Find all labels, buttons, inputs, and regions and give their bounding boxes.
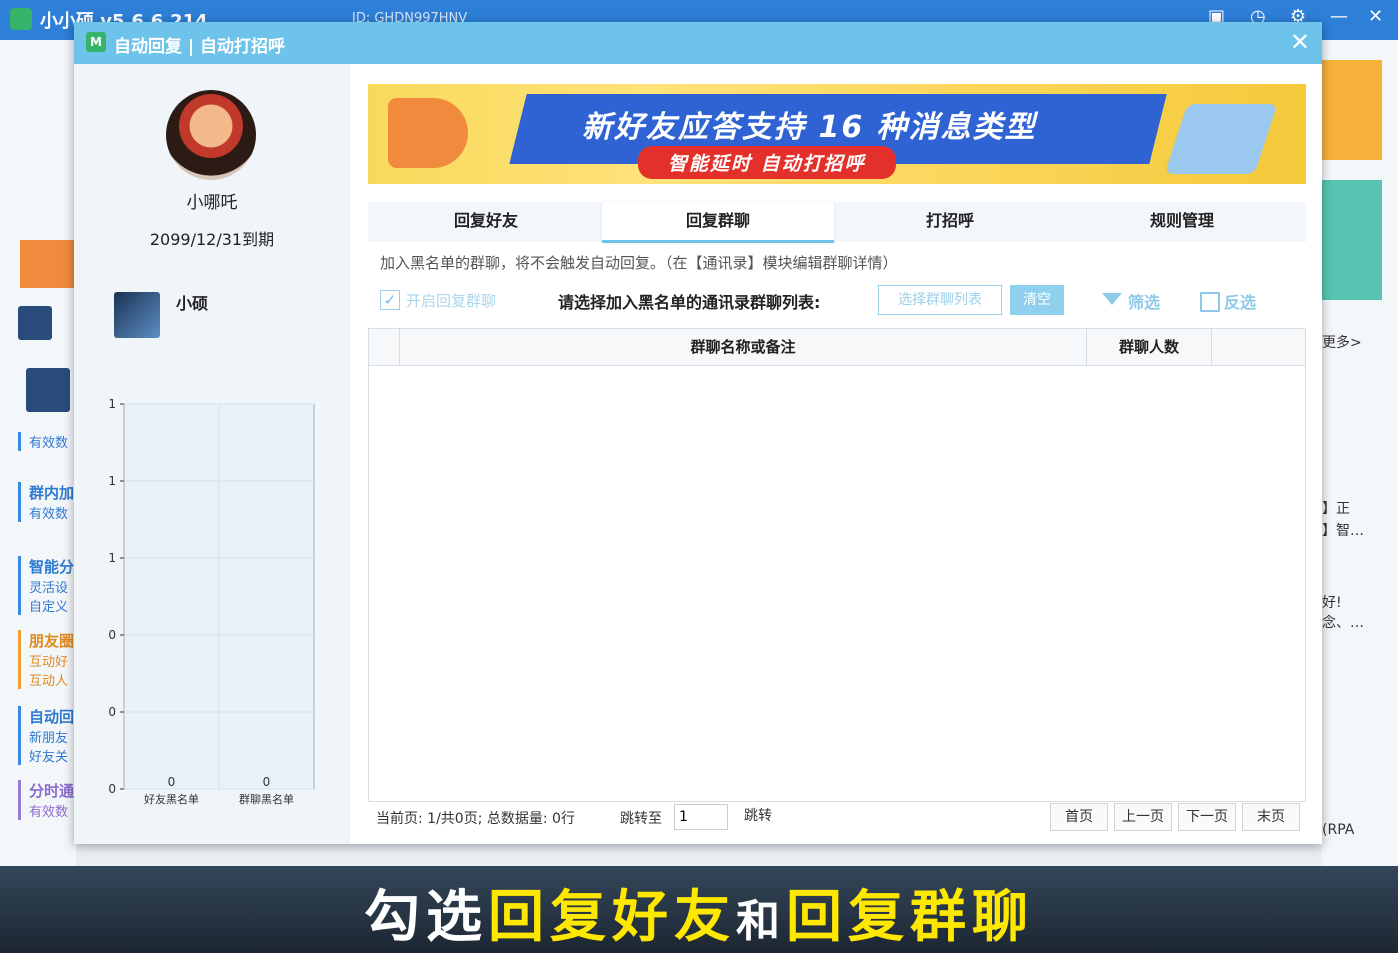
profile-name: 小哪吒 (186, 193, 238, 213)
dialog-title: 自动回复 | 自动打招呼 (114, 37, 286, 57)
pagination: 当前页: 1/共0页; 总数据量: 0行 跳转至 1 跳转 首页 上一页 下一页… (368, 800, 1306, 836)
chart-y-tick-label: 0 (108, 782, 116, 796)
table-header-select[interactable] (369, 329, 399, 365)
jump-button[interactable]: 跳转 (730, 803, 786, 829)
chart-data-label: 0 (168, 775, 176, 789)
profile-panel: 小哪吒 2099/12/31到期 小硕 1 1 1 0 0 0 0 好友黑名单 0 群聊黑名单 (74, 64, 350, 844)
select-groups-label: 请选择加入黑名单的通讯录群聊列表: (558, 293, 821, 312)
filter-button[interactable]: 筛选 (1128, 289, 1160, 313)
blacklist-chart-svg: 1 1 1 0 0 0 0 好友黑名单 0 群聊黑名单 (108, 397, 315, 806)
bg-text: 好! (1322, 595, 1342, 611)
auto-reply-dialog: M 自动回复 | 自动打招呼 ✕ 小哪吒 2099/12/31到期 小硕 111… (74, 22, 1322, 844)
blacklist-notice: 加入黑名单的群聊，将不会触发自动回复。（在【通讯录】模块编辑群聊详情） (380, 254, 898, 272)
invert-select-button[interactable]: 反选 (1224, 289, 1256, 313)
table-header-member-count[interactable]: 群聊人数 (1086, 329, 1211, 365)
filter-icon[interactable] (1102, 293, 1122, 305)
chart-x-tick-label: 好友黑名单 (144, 792, 199, 806)
last-page-button[interactable]: 末页 (1242, 803, 1300, 831)
background-orange-card (20, 240, 76, 288)
banner-subtitle: 智能延时 自动打招呼 (638, 146, 896, 179)
profile-expiry: 2099/12/31到期 (149, 230, 275, 249)
table-header-extra (1211, 329, 1306, 365)
more-link[interactable]: 更多> (1322, 332, 1362, 352)
bg-text: 】智… (1322, 523, 1364, 539)
jump-label: 跳转至 (620, 811, 662, 827)
tab-greeting[interactable]: 打招呼 (834, 202, 1066, 240)
enable-group-reply-checkbox[interactable]: ✓ (380, 290, 400, 310)
dialog-close-button[interactable]: ✕ (1290, 28, 1310, 56)
select-group-list-button[interactable]: 选择群聊列表 (878, 285, 1002, 315)
caption-part: 和 (736, 896, 786, 947)
video-caption: 勾选回复好友和回复群聊 (0, 872, 1398, 953)
tab-reply-friends[interactable]: 回复好友 (370, 202, 602, 240)
blacklist-chart: 1 1 1 0 0 0 0 好友黑名单 0 群聊黑名单 (104, 394, 324, 814)
caption-highlight: 回复群聊 (786, 885, 1034, 950)
caption-part: 勾选 (364, 885, 488, 950)
megaphone-icon (388, 98, 468, 168)
chart-y-tick-label: 1 (108, 397, 116, 411)
bg-text: 】正 (1322, 501, 1350, 517)
clear-button[interactable]: 清空 (1010, 285, 1064, 315)
account-avatar[interactable] (114, 292, 160, 338)
background-promo-image (1322, 60, 1382, 160)
enable-group-reply-label[interactable]: 开启回复群聊 (406, 290, 496, 311)
chart-y-tick-label: 1 (108, 474, 116, 488)
background-avatar (18, 306, 52, 340)
app-logo-icon (10, 8, 32, 30)
prev-page-button[interactable]: 上一页 (1114, 803, 1172, 831)
tab-reply-groups[interactable]: 回复群聊 (602, 202, 834, 243)
pagination-info: 当前页: 1/共0页; 总数据量: 0行 (376, 811, 575, 827)
chart-y-tick-label: 0 (108, 628, 116, 642)
minimize-button[interactable]: — (1330, 6, 1348, 27)
background-right-panel (1322, 40, 1398, 870)
next-page-button[interactable]: 下一页 (1178, 803, 1236, 831)
chart-x-tick-label: 群聊黑名单 (239, 792, 294, 806)
table-header: 群聊名称或备注 群聊人数 (369, 329, 1305, 366)
bg-text: 念、… (1322, 615, 1364, 631)
group-blacklist-table: 群聊名称或备注 群聊人数 (368, 328, 1306, 802)
account-name[interactable]: 小硕 (176, 290, 208, 314)
table-header-group-name[interactable]: 群聊名称或备注 (399, 329, 1086, 365)
background-avatar (26, 368, 70, 412)
first-page-button[interactable]: 首页 (1050, 803, 1108, 831)
background-promo-card (1322, 180, 1382, 300)
tabs: 回复好友 回复群聊 打招呼 规则管理 (368, 202, 1306, 243)
tab-rules[interactable]: 规则管理 (1066, 202, 1298, 240)
dialog-titlebar: M 自动回复 | 自动打招呼 ✕ (74, 22, 1322, 64)
chart-data-label: 0 (263, 775, 271, 789)
jump-page-input[interactable]: 1 (674, 804, 728, 830)
chart-y-tick-label: 1 (108, 551, 116, 565)
toolbar: ✓ 开启回复群聊 请选择加入黑名单的通讯录群聊列表: 选择群聊列表 清空 筛选 … (368, 284, 1306, 318)
banner-title: 新好友应答支持 16 种消息类型 (582, 110, 1037, 145)
profile-avatar (166, 90, 256, 180)
caption-highlight: 回复好友 (488, 885, 736, 950)
app-logo-icon: M (86, 32, 106, 52)
app-close-button[interactable]: ✕ (1368, 6, 1383, 27)
promo-banner[interactable]: 新好友应答支持 16 种消息类型 智能延时 自动打招呼 (368, 84, 1306, 184)
bg-text: (RPA (1322, 822, 1355, 838)
invert-select-icon[interactable] (1200, 292, 1220, 312)
chart-y-tick-label: 0 (108, 705, 116, 719)
phone-icon (1164, 104, 1278, 174)
